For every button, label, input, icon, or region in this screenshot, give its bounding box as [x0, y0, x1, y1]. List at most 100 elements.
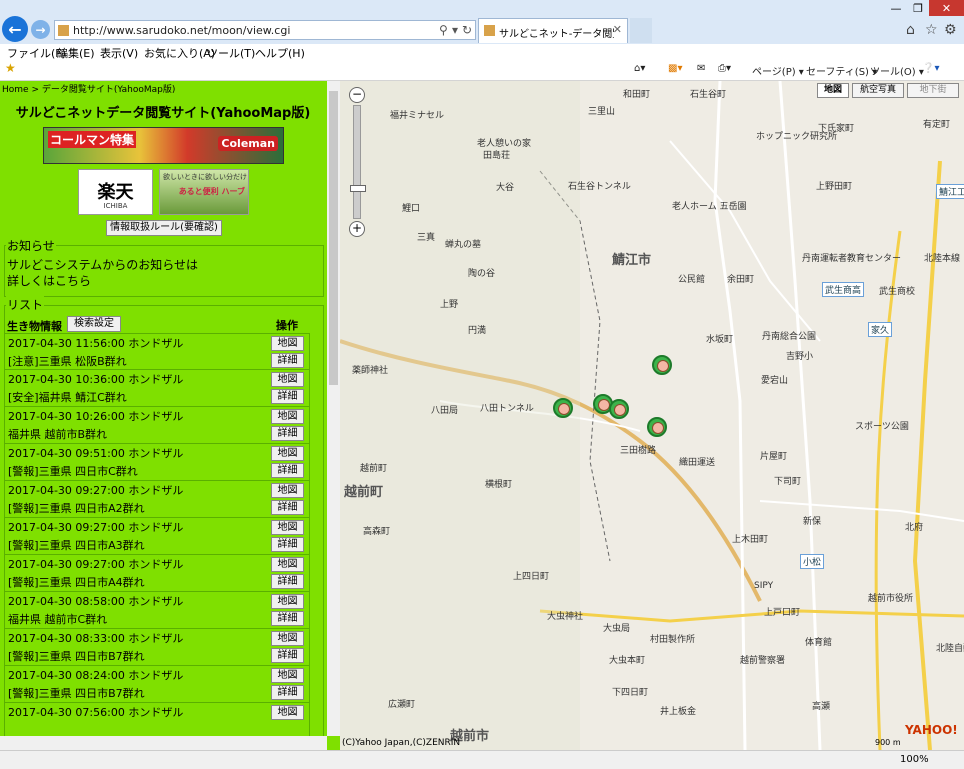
- settings-gear-icon[interactable]: ⚙: [944, 22, 957, 38]
- row-datetime-species: 2017-04-30 09:27:00 ホンドザル: [8, 558, 184, 571]
- table-row: 2017-04-30 09:27:00 ホンドザル [警報]三重県 四日市A3群…: [4, 518, 310, 555]
- zoom-out-button[interactable]: −: [349, 87, 365, 103]
- maximize-button[interactable]: ❐: [907, 0, 929, 16]
- new-tab-button[interactable]: [630, 18, 652, 43]
- status-bar: 100%: [0, 750, 964, 769]
- row-location: [警報]三重県 四日市C群れ: [8, 465, 138, 478]
- map-scale: 900 m: [875, 738, 901, 747]
- detail-button[interactable]: 詳細: [271, 648, 304, 663]
- detail-button[interactable]: 詳細: [271, 500, 304, 515]
- map-label: 越前町: [360, 464, 388, 474]
- map-label: 有定町: [923, 120, 951, 130]
- zoom-slider-handle[interactable]: [350, 185, 366, 192]
- map-button[interactable]: 地図: [271, 336, 304, 351]
- mail-icon[interactable]: ✉: [697, 63, 705, 74]
- map-label: 公民館: [678, 275, 706, 285]
- zoom-in-button[interactable]: +: [349, 221, 365, 237]
- detail-button[interactable]: 詳細: [271, 611, 304, 626]
- map-button[interactable]: 地図: [271, 409, 304, 424]
- rakuten-ad-banner[interactable]: 楽天 ICHIBA: [78, 169, 153, 215]
- map-label: 水坂町: [706, 335, 734, 345]
- herb-ad-banner[interactable]: 欲しいときに欲しい分だけ あると便利 ハーブ: [159, 169, 249, 215]
- refresh-icon[interactable]: ↻: [462, 23, 472, 37]
- back-button[interactable]: ←: [2, 16, 28, 42]
- map-label: 高森町: [363, 527, 391, 537]
- page-menu[interactable]: ページ(P) ▾: [752, 63, 804, 78]
- detail-button[interactable]: 詳細: [271, 389, 304, 404]
- zoom-level[interactable]: 100%: [900, 754, 929, 765]
- notice-line-1: サルどこシステムからのお知らせは: [7, 258, 199, 272]
- map-label: 上野田町: [816, 182, 853, 192]
- map-button[interactable]: 地図: [271, 483, 304, 498]
- map-label: 武生商校: [879, 287, 916, 297]
- print-icon[interactable]: ⎙▾: [718, 63, 731, 74]
- map-button[interactable]: 地図: [271, 594, 304, 609]
- breadcrumb[interactable]: Home > データ閲覧サイト(YahooMap版): [2, 82, 175, 95]
- detail-button[interactable]: 詳細: [271, 353, 304, 368]
- forward-button[interactable]: →: [31, 20, 50, 39]
- menu-help[interactable]: ヘルプ(H): [255, 45, 305, 61]
- detail-button[interactable]: 詳細: [271, 574, 304, 589]
- monkey-marker-icon[interactable]: [609, 399, 629, 419]
- zoom-slider-track[interactable]: [353, 105, 361, 219]
- feeds-icon[interactable]: ▩▾: [668, 63, 682, 74]
- dropdown-icon[interactable]: ▾: [452, 23, 458, 37]
- map-label: 北陸自動車道: [936, 644, 964, 654]
- left-panel-vertical-scrollbar[interactable]: [327, 81, 340, 736]
- map-label: 田島荘: [483, 151, 511, 161]
- detail-button[interactable]: 詳細: [271, 463, 304, 478]
- detail-button[interactable]: 詳細: [271, 685, 304, 700]
- table-row: 2017-04-30 08:58:00 ホンドザル 福井県 越前市C群れ 地図 …: [4, 592, 310, 629]
- map-button[interactable]: 地図: [271, 668, 304, 683]
- tools-menu[interactable]: ツール(O) ▾: [870, 63, 924, 78]
- menu-favorites[interactable]: お気に入り(A): [144, 45, 215, 61]
- address-bar[interactable]: http://www.sarudoko.net/moon/view.cgi ⚲ …: [54, 20, 476, 40]
- monkey-marker-icon[interactable]: [647, 417, 667, 437]
- map-button[interactable]: 地図: [271, 631, 304, 646]
- close-window-button[interactable]: ✕: [929, 0, 964, 16]
- safety-menu[interactable]: セーフティ(S) ▾: [806, 63, 877, 78]
- menu-view[interactable]: 表示(V): [100, 45, 138, 61]
- notice-text[interactable]: サルどこシステムからのお知らせは 詳しくはこちら: [7, 257, 198, 289]
- herb-ad-text: 欲しいときに欲しい分だけ: [163, 173, 247, 181]
- map-button[interactable]: 地図: [271, 446, 304, 461]
- map-button[interactable]: 地図: [271, 705, 304, 720]
- row-location: 福井県 越前市B群れ: [8, 428, 108, 441]
- map-button[interactable]: 地図: [271, 372, 304, 387]
- map-type-map[interactable]: 地図: [817, 83, 849, 98]
- browser-tab[interactable]: サルどこネット-データ閲覧サイ... ✕: [478, 18, 628, 43]
- home-icon[interactable]: ⌂: [906, 22, 915, 38]
- menu-edit[interactable]: 編集(E): [57, 45, 95, 61]
- menu-tools[interactable]: ツール(T): [207, 45, 255, 61]
- map-view[interactable]: 地図 航空写真 地下街 − + 鯖江市 越前町 越前市 福井ミナセル 老人憩いの…: [340, 81, 964, 750]
- map-type-underground[interactable]: 地下街: [907, 83, 959, 98]
- map-label: 大虫本町: [609, 656, 646, 666]
- map-type-aerial[interactable]: 航空写真: [852, 83, 904, 98]
- detail-button[interactable]: 詳細: [271, 537, 304, 552]
- coleman-ad-banner[interactable]: コールマン特集 Coleman: [43, 127, 284, 164]
- monkey-marker-icon[interactable]: [652, 355, 672, 375]
- search-icon[interactable]: ⚲: [439, 23, 448, 37]
- tab-close-icon[interactable]: ✕: [613, 23, 622, 36]
- table-row: 2017-04-30 08:33:00 ホンドザル [警報]三重県 四日市B7群…: [4, 629, 310, 666]
- tab-title: サルどこネット-データ閲覧サイ...: [499, 29, 614, 40]
- map-label: 家久: [868, 322, 893, 337]
- map-label: 八田局: [431, 406, 459, 416]
- home-icon[interactable]: ⌂▾: [634, 63, 645, 74]
- add-favorite-star-icon[interactable]: ★: [5, 61, 16, 75]
- map-button[interactable]: 地図: [271, 520, 304, 535]
- row-datetime-species: 2017-04-30 08:24:00 ホンドザル: [8, 669, 184, 682]
- row-location: [警報]三重県 四日市B7群れ: [8, 650, 145, 663]
- scrollbar-thumb[interactable]: [329, 91, 338, 385]
- rules-button[interactable]: 情報取扱ルール(要確認): [106, 220, 222, 236]
- row-datetime-species: 2017-04-30 11:56:00 ホンドザル: [8, 337, 184, 350]
- map-button[interactable]: 地図: [271, 557, 304, 572]
- left-panel-horizontal-scrollbar[interactable]: [0, 736, 327, 750]
- minimize-button[interactable]: —: [885, 0, 907, 16]
- monkey-marker-icon[interactable]: [553, 398, 573, 418]
- favorites-star-icon[interactable]: ☆: [925, 22, 938, 38]
- detail-button[interactable]: 詳細: [271, 426, 304, 441]
- help-icon[interactable]: ❔▾: [922, 63, 939, 74]
- row-location: [警報]三重県 四日市A3群れ: [8, 539, 145, 552]
- search-settings-button[interactable]: 検索設定: [67, 316, 121, 332]
